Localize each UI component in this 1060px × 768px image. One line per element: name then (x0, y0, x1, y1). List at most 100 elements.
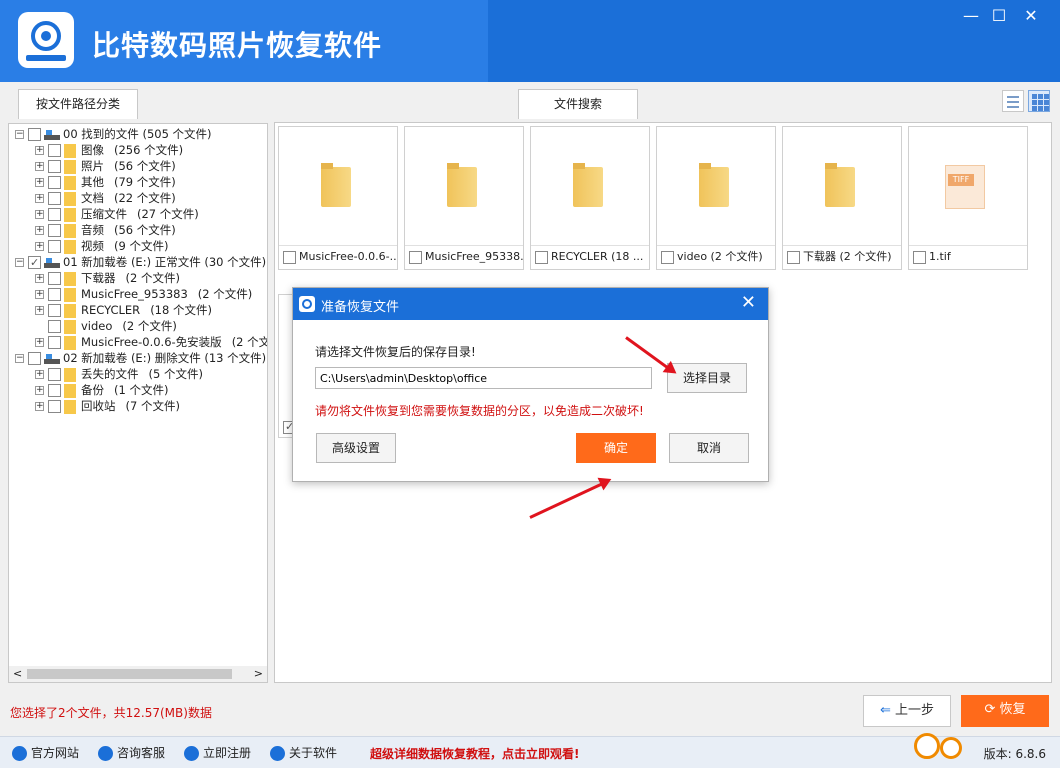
checkbox-checked[interactable] (28, 255, 41, 271)
expand-icon[interactable]: + (35, 370, 44, 379)
scrollbar-thumb[interactable] (27, 669, 232, 679)
checkbox[interactable] (48, 208, 61, 221)
folder-icon (64, 271, 76, 286)
file-tile[interactable]: RECYCLER (18 ... (530, 126, 650, 270)
file-tile[interactable]: MusicFree-0.0.6-... (278, 126, 398, 270)
tree-node[interactable]: + MusicFree-0.0.6-免安装版 (2 个文 (35, 334, 267, 350)
expand-icon[interactable]: + (35, 146, 44, 155)
checkbox[interactable] (283, 250, 296, 264)
tree-node[interactable]: + MusicFree_953383 (2 个文件) (35, 286, 252, 302)
tree-node[interactable]: + 视频 (9 个文件) (35, 238, 168, 254)
tree-node-found[interactable]: − 00 找到的文件 (505 个文件) (15, 126, 212, 142)
checkbox[interactable] (535, 250, 548, 264)
grid-view-icon[interactable] (1028, 90, 1050, 112)
cancel-button[interactable]: 取消 (669, 433, 749, 463)
checkbox[interactable] (48, 160, 61, 173)
about-link[interactable]: 关于软件 (270, 744, 337, 761)
checkbox[interactable] (48, 176, 61, 189)
tree-node[interactable]: + 其他 (79 个文件) (35, 174, 176, 190)
checkbox[interactable] (48, 368, 61, 381)
folder-icon (64, 143, 76, 158)
checkbox[interactable] (28, 352, 41, 365)
previous-step-button[interactable]: ⇐ 上一步 (863, 695, 951, 727)
file-tile[interactable]: TIFF 1.tif (908, 126, 1028, 270)
tree-label: 00 找到的文件 (63, 127, 139, 141)
official-site-link[interactable]: 官方网站 (12, 744, 79, 761)
collapse-icon[interactable]: − (15, 354, 24, 363)
checkbox[interactable] (409, 250, 422, 264)
folder-tree: − 00 找到的文件 (505 个文件) + 图像 (256 个文件) + 照片 (56 … (8, 123, 268, 683)
expand-icon[interactable]: + (35, 242, 44, 251)
confirm-button[interactable]: 确定 (576, 433, 656, 463)
tutorial-promo-link[interactable]: 超级详细数据恢复教程，点击立即观看! (370, 745, 579, 762)
expand-icon[interactable]: + (35, 210, 44, 219)
checkbox[interactable] (48, 272, 61, 285)
collapse-icon[interactable]: − (15, 130, 24, 139)
tab-path-category[interactable]: 按文件路径分类 (18, 89, 138, 119)
tree-node[interactable]: + 压缩文件 (27 个文件) (35, 206, 199, 222)
expand-icon[interactable]: + (35, 402, 44, 411)
dialog-prompt: 请选择文件恢复后的保存目录! (315, 345, 476, 359)
support-link[interactable]: 咨询客服 (98, 744, 165, 761)
checkbox[interactable] (787, 250, 800, 264)
tree-node[interactable]: + 备份 (1 个文件) (35, 382, 168, 398)
tree-node[interactable]: video (2 个文件) (48, 318, 177, 334)
checkbox[interactable] (48, 288, 61, 301)
expand-icon[interactable]: + (35, 386, 44, 395)
tree-node[interactable]: + RECYCLER (18 个文件) (35, 302, 212, 318)
expand-icon[interactable]: + (35, 338, 44, 347)
folder-icon (699, 163, 729, 207)
advanced-settings-button[interactable]: 高级设置 (316, 433, 396, 463)
expand-icon[interactable]: + (35, 162, 44, 171)
expand-icon[interactable]: + (35, 290, 44, 299)
tree-node[interactable]: + 文档 (22 个文件) (35, 190, 176, 206)
minimize-button[interactable]: — (956, 4, 986, 28)
tree-node-normal[interactable]: − 01 新加载卷 (E:) 正常文件 (30 个文件) (15, 254, 266, 271)
save-path-input[interactable] (315, 367, 652, 389)
tile-caption: RECYCLER (18 ... (531, 245, 649, 269)
dialog-close-icon[interactable]: ✕ (741, 292, 756, 313)
checkbox[interactable] (48, 240, 61, 253)
horizontal-scrollbar[interactable]: < > (9, 666, 267, 682)
tree-label: 压缩文件 (81, 207, 127, 221)
previous-step-label: 上一步 (895, 703, 935, 718)
checkbox[interactable] (48, 384, 61, 397)
recover-button[interactable]: ⟳ 恢复 (961, 695, 1049, 727)
tile-thumbnail (279, 127, 397, 245)
expand-icon[interactable]: + (35, 194, 44, 203)
expand-icon[interactable]: + (35, 178, 44, 187)
list-view-icon[interactable] (1002, 90, 1024, 112)
tree-node[interactable]: + 照片 (56 个文件) (35, 158, 176, 174)
tree-node[interactable]: + 下载器 (2 个文件) (35, 270, 180, 286)
tree-node[interactable]: + 图像 (256 个文件) (35, 142, 183, 158)
maximize-button[interactable]: ☐ (984, 4, 1014, 28)
file-tile[interactable]: 下载器 (2 个文件) (782, 126, 902, 270)
tree-node[interactable]: + 丢失的文件 (5 个文件) (35, 366, 203, 382)
expand-icon[interactable]: + (35, 274, 44, 283)
checkbox[interactable] (48, 192, 61, 205)
close-window-button[interactable]: ✕ (1016, 4, 1046, 28)
tree-node-deleted[interactable]: − 02 新加载卷 (E:) 删除文件 (13 个文件) (15, 350, 266, 366)
checkbox[interactable] (48, 400, 61, 413)
register-link[interactable]: 立即注册 (184, 744, 251, 761)
checkbox[interactable] (661, 250, 674, 264)
tab-file-search[interactable]: 文件搜索 (518, 89, 638, 119)
file-tile[interactable]: video (2 个文件) (656, 126, 776, 270)
folder-icon (64, 239, 76, 254)
checkbox[interactable] (48, 224, 61, 237)
checkbox[interactable] (48, 304, 61, 317)
checkbox[interactable] (913, 250, 926, 264)
checkbox[interactable] (48, 336, 61, 349)
tree-node[interactable]: + 回收站 (7 个文件) (35, 398, 180, 414)
checkbox[interactable] (48, 320, 61, 333)
file-tile[interactable]: MusicFree_95338... (404, 126, 524, 270)
scroll-right-icon[interactable]: > (254, 666, 263, 682)
collapse-icon[interactable]: − (15, 258, 24, 267)
folder-icon (64, 303, 76, 318)
tree-node[interactable]: + 音频 (56 个文件) (35, 222, 176, 238)
checkbox[interactable] (28, 128, 41, 141)
expand-icon[interactable]: + (35, 226, 44, 235)
expand-icon[interactable]: + (35, 306, 44, 315)
scroll-left-icon[interactable]: < (13, 666, 22, 682)
checkbox[interactable] (48, 144, 61, 157)
